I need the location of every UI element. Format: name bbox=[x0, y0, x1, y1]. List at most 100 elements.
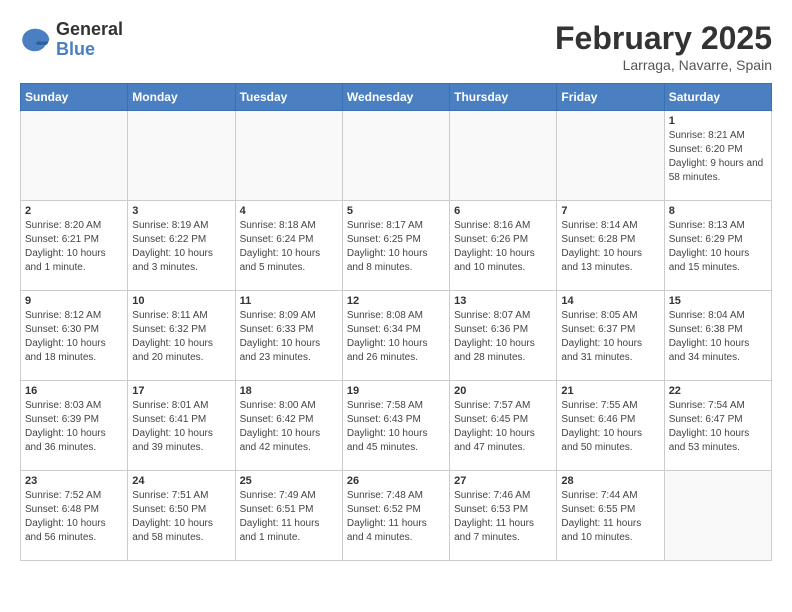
day-number: 1 bbox=[669, 115, 767, 127]
calendar-cell: 22 Sunrise: 7:54 AM Sunset: 6:47 PM Dayli… bbox=[664, 381, 771, 471]
calendar-week-row: 16Sunrise: 8:03 AM Sunset: 6:39 PM Dayli… bbox=[21, 381, 772, 471]
calendar-cell: 18 Sunrise: 8:00 AM Sunset: 6:42 PM Dayli… bbox=[235, 381, 342, 471]
day-info: Sunrise: 8:12 AM Sunset: 6:30 PM Dayligh… bbox=[25, 309, 123, 365]
weekday-header-wednesday: Wednesday bbox=[342, 84, 449, 111]
day-number: 26 bbox=[347, 475, 445, 487]
day-info: Sunrise: 8:07 AM Sunset: 6:36 PM Dayligh… bbox=[454, 309, 552, 365]
day-number: 27 bbox=[454, 475, 552, 487]
day-number: 15 bbox=[669, 295, 767, 307]
calendar-cell: 21 Sunrise: 7:55 AM Sunset: 6:46 PM Dayli… bbox=[557, 381, 664, 471]
day-number: 17 bbox=[132, 385, 230, 397]
day-number: 21 bbox=[561, 385, 659, 397]
calendar-cell: 9 Sunrise: 8:12 AM Sunset: 6:30 PM Daylig… bbox=[21, 291, 128, 381]
weekday-header-saturday: Saturday bbox=[664, 84, 771, 111]
day-info: Sunrise: 8:20 AM Sunset: 6:21 PM Dayligh… bbox=[25, 219, 123, 275]
calendar-cell: 28 Sunrise: 7:44 AM Sunset: 6:55 PM Dayli… bbox=[557, 471, 664, 561]
day-info: Sunrise: 7:54 AM Sunset: 6:47 PM Dayligh… bbox=[669, 399, 767, 455]
day-number: 5 bbox=[347, 205, 445, 217]
day-info: Sunrise: 7:55 AM Sunset: 6:46 PM Dayligh… bbox=[561, 399, 659, 455]
day-number: 22 bbox=[669, 385, 767, 397]
day-info: Sunrise: 8:21 AM Sunset: 6:20 PM Dayligh… bbox=[669, 129, 767, 185]
calendar-cell: 6 Sunrise: 8:16 AM Sunset: 6:26 PM Daylig… bbox=[450, 201, 557, 291]
day-info: Sunrise: 8:13 AM Sunset: 6:29 PM Dayligh… bbox=[669, 219, 767, 275]
weekday-header-sunday: Sunday bbox=[21, 84, 128, 111]
day-info: Sunrise: 7:48 AM Sunset: 6:52 PM Dayligh… bbox=[347, 489, 445, 545]
day-number: 12 bbox=[347, 295, 445, 307]
day-info: Sunrise: 7:44 AM Sunset: 6:55 PM Dayligh… bbox=[561, 489, 659, 545]
day-number: 3 bbox=[132, 205, 230, 217]
day-info: Sunrise: 8:05 AM Sunset: 6:37 PM Dayligh… bbox=[561, 309, 659, 365]
calendar-cell: 25 Sunrise: 7:49 AM Sunset: 6:51 PM Dayli… bbox=[235, 471, 342, 561]
calendar-table: SundayMondayTuesdayWednesdayThursdayFrid… bbox=[20, 83, 772, 561]
day-info: Sunrise: 8:03 AM Sunset: 6:39 PM Dayligh… bbox=[25, 399, 123, 455]
day-number: 18 bbox=[240, 385, 338, 397]
day-number: 13 bbox=[454, 295, 552, 307]
day-number: 14 bbox=[561, 295, 659, 307]
day-info: Sunrise: 8:14 AM Sunset: 6:28 PM Dayligh… bbox=[561, 219, 659, 275]
day-info: Sunrise: 8:16 AM Sunset: 6:26 PM Dayligh… bbox=[454, 219, 552, 275]
calendar-cell: 27 Sunrise: 7:46 AM Sunset: 6:53 PM Dayli… bbox=[450, 471, 557, 561]
day-number: 7 bbox=[561, 205, 659, 217]
calendar-week-row: 9 Sunrise: 8:12 AM Sunset: 6:30 PM Daylig… bbox=[21, 291, 772, 381]
day-info: Sunrise: 7:51 AM Sunset: 6:50 PM Dayligh… bbox=[132, 489, 230, 545]
calendar-cell: 14 Sunrise: 8:05 AM Sunset: 6:37 PM Dayli… bbox=[557, 291, 664, 381]
day-number: 23 bbox=[25, 475, 123, 487]
weekday-header-monday: Monday bbox=[128, 84, 235, 111]
calendar-cell: 16Sunrise: 8:03 AM Sunset: 6:39 PM Dayli… bbox=[21, 381, 128, 471]
calendar-cell: 13 Sunrise: 8:07 AM Sunset: 6:36 PM Dayli… bbox=[450, 291, 557, 381]
weekday-header-row: SundayMondayTuesdayWednesdayThursdayFrid… bbox=[21, 84, 772, 111]
day-number: 20 bbox=[454, 385, 552, 397]
calendar-cell bbox=[664, 471, 771, 561]
calendar-cell bbox=[342, 111, 449, 201]
calendar-cell: 17 Sunrise: 8:01 AM Sunset: 6:41 PM Dayli… bbox=[128, 381, 235, 471]
calendar-cell: 3 Sunrise: 8:19 AM Sunset: 6:22 PM Daylig… bbox=[128, 201, 235, 291]
day-info: Sunrise: 8:19 AM Sunset: 6:22 PM Dayligh… bbox=[132, 219, 230, 275]
day-info: Sunrise: 8:17 AM Sunset: 6:25 PM Dayligh… bbox=[347, 219, 445, 275]
weekday-header-tuesday: Tuesday bbox=[235, 84, 342, 111]
day-number: 28 bbox=[561, 475, 659, 487]
location-subtitle: Larraga, Navarre, Spain bbox=[555, 57, 772, 73]
calendar-cell: 5 Sunrise: 8:17 AM Sunset: 6:25 PM Daylig… bbox=[342, 201, 449, 291]
day-info: Sunrise: 7:58 AM Sunset: 6:43 PM Dayligh… bbox=[347, 399, 445, 455]
calendar-cell: 10 Sunrise: 8:11 AM Sunset: 6:32 PM Dayli… bbox=[128, 291, 235, 381]
day-number: 11 bbox=[240, 295, 338, 307]
day-number: 9 bbox=[25, 295, 123, 307]
calendar-cell: 19 Sunrise: 7:58 AM Sunset: 6:43 PM Dayli… bbox=[342, 381, 449, 471]
day-info: Sunrise: 7:52 AM Sunset: 6:48 PM Dayligh… bbox=[25, 489, 123, 545]
day-number: 19 bbox=[347, 385, 445, 397]
logo-text: General Blue bbox=[56, 20, 123, 60]
day-info: Sunrise: 8:01 AM Sunset: 6:41 PM Dayligh… bbox=[132, 399, 230, 455]
calendar-cell bbox=[450, 111, 557, 201]
weekday-header-thursday: Thursday bbox=[450, 84, 557, 111]
month-year-title: February 2025 bbox=[555, 20, 772, 57]
day-info: Sunrise: 7:49 AM Sunset: 6:51 PM Dayligh… bbox=[240, 489, 338, 545]
day-number: 10 bbox=[132, 295, 230, 307]
day-number: 2 bbox=[25, 205, 123, 217]
day-info: Sunrise: 8:11 AM Sunset: 6:32 PM Dayligh… bbox=[132, 309, 230, 365]
day-info: Sunrise: 7:46 AM Sunset: 6:53 PM Dayligh… bbox=[454, 489, 552, 545]
calendar-week-row: 2 Sunrise: 8:20 AM Sunset: 6:21 PM Daylig… bbox=[21, 201, 772, 291]
day-info: Sunrise: 8:08 AM Sunset: 6:34 PM Dayligh… bbox=[347, 309, 445, 365]
calendar-cell: 2 Sunrise: 8:20 AM Sunset: 6:21 PM Daylig… bbox=[21, 201, 128, 291]
calendar-cell: 15 Sunrise: 8:04 AM Sunset: 6:38 PM Dayli… bbox=[664, 291, 771, 381]
calendar-cell: 12 Sunrise: 8:08 AM Sunset: 6:34 PM Dayli… bbox=[342, 291, 449, 381]
logo-icon bbox=[20, 25, 50, 55]
day-info: Sunrise: 8:09 AM Sunset: 6:33 PM Dayligh… bbox=[240, 309, 338, 365]
calendar-cell: 1 Sunrise: 8:21 AM Sunset: 6:20 PM Daylig… bbox=[664, 111, 771, 201]
calendar-week-row: 23 Sunrise: 7:52 AM Sunset: 6:48 PM Dayli… bbox=[21, 471, 772, 561]
calendar-cell bbox=[235, 111, 342, 201]
calendar-cell: 8 Sunrise: 8:13 AM Sunset: 6:29 PM Daylig… bbox=[664, 201, 771, 291]
calendar-cell: 24 Sunrise: 7:51 AM Sunset: 6:50 PM Dayli… bbox=[128, 471, 235, 561]
calendar-cell: 23 Sunrise: 7:52 AM Sunset: 6:48 PM Dayli… bbox=[21, 471, 128, 561]
calendar-cell bbox=[21, 111, 128, 201]
day-number: 8 bbox=[669, 205, 767, 217]
day-info: Sunrise: 8:00 AM Sunset: 6:42 PM Dayligh… bbox=[240, 399, 338, 455]
day-info: Sunrise: 8:04 AM Sunset: 6:38 PM Dayligh… bbox=[669, 309, 767, 365]
calendar-cell: 11 Sunrise: 8:09 AM Sunset: 6:33 PM Dayli… bbox=[235, 291, 342, 381]
day-number: 25 bbox=[240, 475, 338, 487]
calendar-cell: 26 Sunrise: 7:48 AM Sunset: 6:52 PM Dayli… bbox=[342, 471, 449, 561]
weekday-header-friday: Friday bbox=[557, 84, 664, 111]
calendar-cell: 7 Sunrise: 8:14 AM Sunset: 6:28 PM Daylig… bbox=[557, 201, 664, 291]
day-number: 6 bbox=[454, 205, 552, 217]
day-number: 24 bbox=[132, 475, 230, 487]
